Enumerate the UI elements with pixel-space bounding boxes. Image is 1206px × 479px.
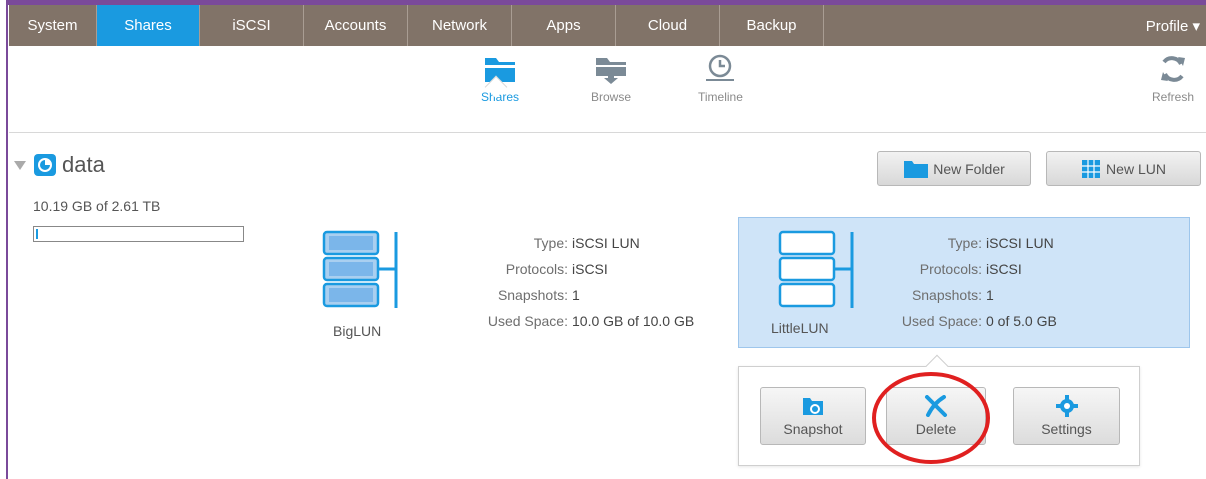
protocols-label: Protocols: bbox=[505, 261, 568, 277]
snapshot-icon bbox=[803, 398, 823, 415]
type-value: iSCSI LUN bbox=[986, 235, 1054, 251]
tab-apps[interactable]: Apps bbox=[512, 5, 616, 46]
used-space-value: 10.0 GB of 10.0 GB bbox=[572, 313, 695, 329]
volume-usage-text: 10.19 GB of 2.61 TB bbox=[33, 198, 161, 214]
refresh-button[interactable]: Refresh bbox=[1152, 54, 1194, 104]
subnav-browse-label: Browse bbox=[591, 90, 632, 104]
gear-icon bbox=[1055, 395, 1078, 417]
tab-network[interactable]: Network bbox=[408, 5, 512, 46]
window-left-border bbox=[0, 0, 8, 479]
lun-details-littlelun: Type: iSCSI LUN Protocols: iSCSI Snapshots… bbox=[862, 230, 1057, 334]
volume-title: data bbox=[62, 152, 105, 177]
lun-name: BigLUN bbox=[333, 323, 382, 339]
subnav-browse[interactable]: Browse bbox=[591, 54, 631, 104]
protocols-label: Protocols: bbox=[919, 261, 982, 277]
snapshots-label: Snapshots: bbox=[911, 287, 982, 303]
protocols-value: iSCSI bbox=[986, 261, 1022, 277]
new-folder-label: New Folder bbox=[933, 160, 1005, 177]
type-value: iSCSI LUN bbox=[572, 235, 640, 251]
used-space-label: Used Space: bbox=[487, 313, 568, 329]
top-navigation: System Shares iSCSI Accounts Network App… bbox=[9, 5, 1206, 46]
lun-grid-icon bbox=[1082, 159, 1101, 178]
type-label: Type: bbox=[947, 235, 982, 251]
lun-stack-icon bbox=[778, 230, 854, 308]
tab-backup[interactable]: Backup bbox=[720, 5, 824, 46]
volume-usage-bar bbox=[33, 226, 244, 242]
lun-stack-icon bbox=[322, 230, 398, 308]
used-space-value: 0 of 5.0 GB bbox=[986, 313, 1057, 329]
new-lun-button[interactable]: New LUN bbox=[1046, 151, 1201, 186]
volume-usage-fill bbox=[36, 229, 38, 239]
snapshots-label: Snapshots: bbox=[497, 287, 568, 303]
refresh-icon bbox=[1161, 56, 1186, 82]
new-lun-label: New LUN bbox=[1106, 160, 1166, 177]
lun-details-biglun: Type: iSCSI LUN Protocols: iSCSI Snapshots… bbox=[418, 230, 694, 334]
profile-menu[interactable]: Profile ▾ bbox=[1146, 5, 1206, 46]
tab-iscsi[interactable]: iSCSI bbox=[200, 5, 304, 46]
sub-toolbar: Shares Browse Timeline Refresh bbox=[9, 46, 1206, 133]
refresh-label: Refresh bbox=[1152, 90, 1195, 104]
snapshots-value: 1 bbox=[986, 287, 994, 303]
collapse-triangle-icon[interactable] bbox=[14, 160, 26, 170]
tab-shares[interactable]: Shares bbox=[97, 5, 200, 46]
tab-accounts[interactable]: Accounts bbox=[304, 5, 408, 46]
snapshot-label: Snapshot bbox=[783, 421, 843, 437]
snapshot-button[interactable]: Snapshot bbox=[760, 387, 866, 445]
highlight-circle bbox=[872, 372, 990, 464]
tab-cloud[interactable]: Cloud bbox=[616, 5, 720, 46]
lun-name: LittleLUN bbox=[771, 320, 829, 336]
subnav-timeline[interactable]: Timeline bbox=[698, 54, 743, 104]
volume-icon bbox=[34, 154, 56, 176]
tab-system[interactable]: System bbox=[9, 5, 97, 46]
clock-icon bbox=[706, 54, 735, 81]
folder-icon bbox=[904, 160, 929, 178]
snapshots-value: 1 bbox=[572, 287, 580, 303]
settings-label: Settings bbox=[1041, 421, 1092, 437]
used-space-label: Used Space: bbox=[901, 313, 982, 329]
subnav-timeline-label: Timeline bbox=[698, 90, 743, 104]
volume-header: data bbox=[14, 152, 105, 178]
browse-folder-icon bbox=[596, 58, 626, 84]
protocols-value: iSCSI bbox=[572, 261, 608, 277]
type-label: Type: bbox=[533, 235, 568, 251]
settings-button[interactable]: Settings bbox=[1013, 387, 1120, 445]
new-folder-button[interactable]: New Folder bbox=[877, 151, 1031, 186]
